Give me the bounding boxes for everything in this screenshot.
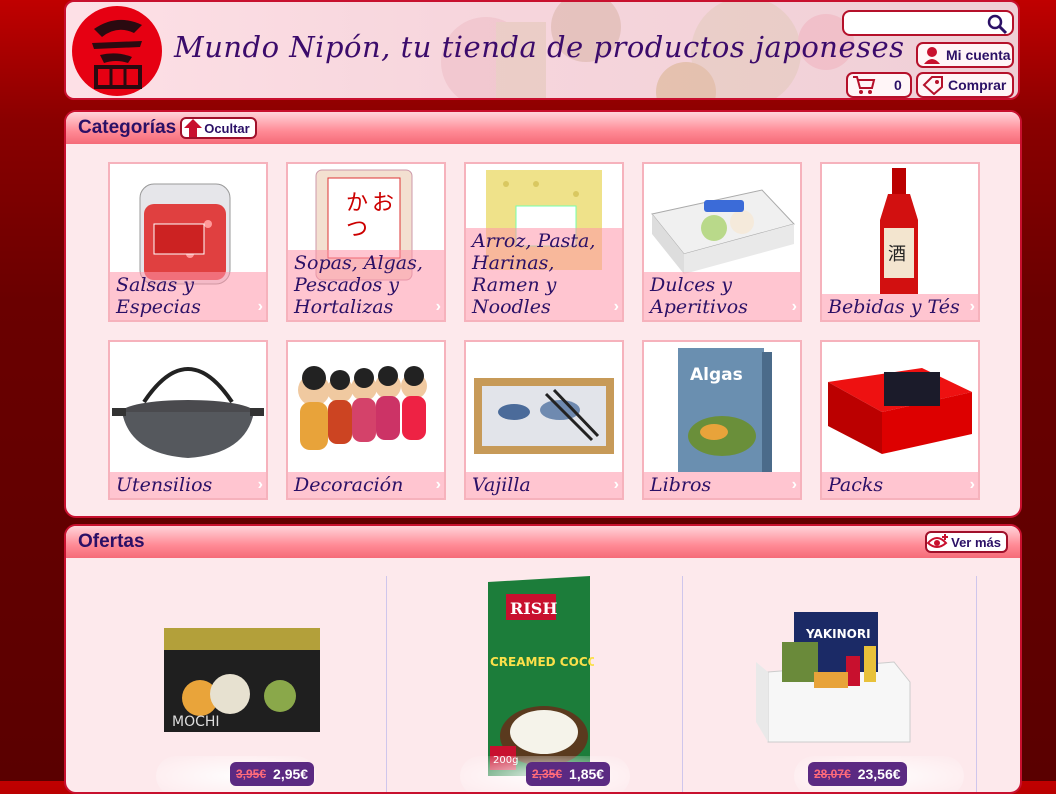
category-packs[interactable]: Packs › [820, 340, 980, 500]
site-logo[interactable] [72, 6, 162, 96]
category-arroz[interactable]: Arroz, Pasta, Harinas, Ramen y Noodles › [464, 162, 624, 322]
current-price: 23,56€ [857, 766, 901, 782]
chevron-right-icon: › [435, 298, 441, 315]
categories-title: Categorías [78, 117, 177, 138]
svg-text:酒: 酒 [888, 244, 906, 265]
category-label: Dulces y Aperitivos [644, 272, 800, 320]
old-price: 3,95€ [236, 767, 267, 781]
search-input[interactable] [850, 13, 989, 35]
chevron-right-icon: › [791, 298, 797, 315]
search-icon[interactable] [986, 13, 1008, 35]
mochi-product-image: MOCHI [164, 628, 320, 732]
category-label: Vajilla [466, 472, 622, 498]
category-label: Utensilios [110, 472, 266, 498]
buy-button[interactable]: Comprar [916, 72, 1014, 98]
site-header: Mundo Nipón, tu tienda de productos japo… [64, 0, 1020, 100]
coconut-product-image: RISH CREAMED COCONUT 200g [488, 576, 594, 776]
svg-text:か: か [346, 191, 368, 216]
tag-icon [922, 76, 943, 95]
offer-divider [386, 576, 387, 792]
categories-panel: Categorías Ocultar Salsas y Especias › か… [64, 110, 1022, 518]
offer-item-sushi-pack[interactable]: YAKINORI 28,07€ 23,56€ [754, 576, 978, 792]
coconut-box-brand: RISH [510, 599, 557, 618]
eye-plus-icon [927, 534, 949, 548]
sushi-pack-box-text: YAKINORI [805, 627, 871, 641]
price-tag: 2,35€ 1,85€ [526, 762, 611, 786]
chevron-right-icon: › [969, 298, 975, 315]
category-bebidas[interactable]: 酒 Bebidas y Tés › [820, 162, 980, 322]
category-label: Salsas y Especias [110, 272, 266, 320]
category-libros[interactable]: Algas Libros › [642, 340, 802, 500]
category-label: Libros [644, 472, 800, 498]
current-price: 1,85€ [569, 766, 605, 782]
account-label: Mi cuenta [946, 47, 1011, 63]
site-title[interactable]: Mundo Nipón, tu tienda de productos japo… [174, 30, 905, 64]
old-price: 28,07€ [814, 767, 851, 781]
chevron-right-icon: › [257, 476, 263, 493]
cart-button[interactable]: 0 [846, 72, 912, 98]
see-more-button[interactable]: Ver más [925, 531, 1008, 553]
search-field[interactable] [842, 10, 1014, 36]
cart-count: 0 [894, 77, 902, 93]
category-vajilla[interactable]: Vajilla › [464, 340, 624, 500]
chevron-right-icon: › [613, 476, 619, 493]
categories-header: Categorías Ocultar [66, 112, 1020, 144]
offers-title: Ofertas [78, 531, 145, 552]
category-label: Sopas, Algas, Pescados y Hortalizas [288, 250, 444, 320]
chevron-right-icon: › [613, 298, 619, 315]
hide-categories-button[interactable]: Ocultar [180, 117, 257, 139]
category-sopas[interactable]: か つ お Sopas, Algas, Pescados y Hortaliza… [286, 162, 446, 322]
old-price: 2,35€ [532, 767, 563, 781]
svg-text:お: お [372, 191, 394, 216]
buy-label: Comprar [948, 77, 1007, 93]
account-button[interactable]: Mi cuenta [916, 42, 1014, 68]
category-salsas[interactable]: Salsas y Especias › [108, 162, 268, 322]
offers-panel: Ofertas Ver más MOCHI 3,95€ 2,95€ RISH C… [64, 524, 1022, 794]
logo-emblem-icon [92, 19, 142, 89]
cart-icon [853, 76, 876, 94]
offers-header: Ofertas Ver más [66, 526, 1020, 558]
chevron-right-icon: › [435, 476, 441, 493]
arrow-up-icon [184, 119, 203, 137]
category-label: Decoración [288, 472, 444, 498]
chevron-right-icon: › [257, 298, 263, 315]
coconut-box-text: CREAMED COCONUT [490, 655, 594, 669]
category-dulces[interactable]: Dulces y Aperitivos › [642, 162, 802, 322]
hide-label: Ocultar [204, 120, 250, 136]
sushi-pack-product-image: YAKINORI [756, 612, 911, 743]
mochi-box-text: MOCHI [172, 714, 220, 730]
user-icon [924, 47, 940, 64]
category-label: Bebidas y Tés [822, 294, 978, 320]
category-label: Arroz, Pasta, Harinas, Ramen y Noodles [466, 228, 622, 320]
svg-text:Algas: Algas [690, 365, 743, 385]
svg-text:つ: つ [346, 217, 368, 242]
category-decoracion[interactable]: Decoración › [286, 340, 446, 500]
see-more-label: Ver más [951, 534, 1001, 550]
offer-item-coconut[interactable]: RISH CREAMED COCONUT 200g 2,35€ 1,85€ [460, 576, 684, 792]
chevron-right-icon: › [791, 476, 797, 493]
price-tag: 3,95€ 2,95€ [230, 762, 315, 786]
offer-item-mochi[interactable]: MOCHI 3,95€ 2,95€ [156, 576, 386, 792]
current-price: 2,95€ [273, 766, 309, 782]
category-utensilios[interactable]: Utensilios › [108, 340, 268, 500]
category-label: Packs [822, 472, 978, 498]
price-tag: 28,07€ 23,56€ [808, 762, 907, 786]
chevron-right-icon: › [969, 476, 975, 493]
